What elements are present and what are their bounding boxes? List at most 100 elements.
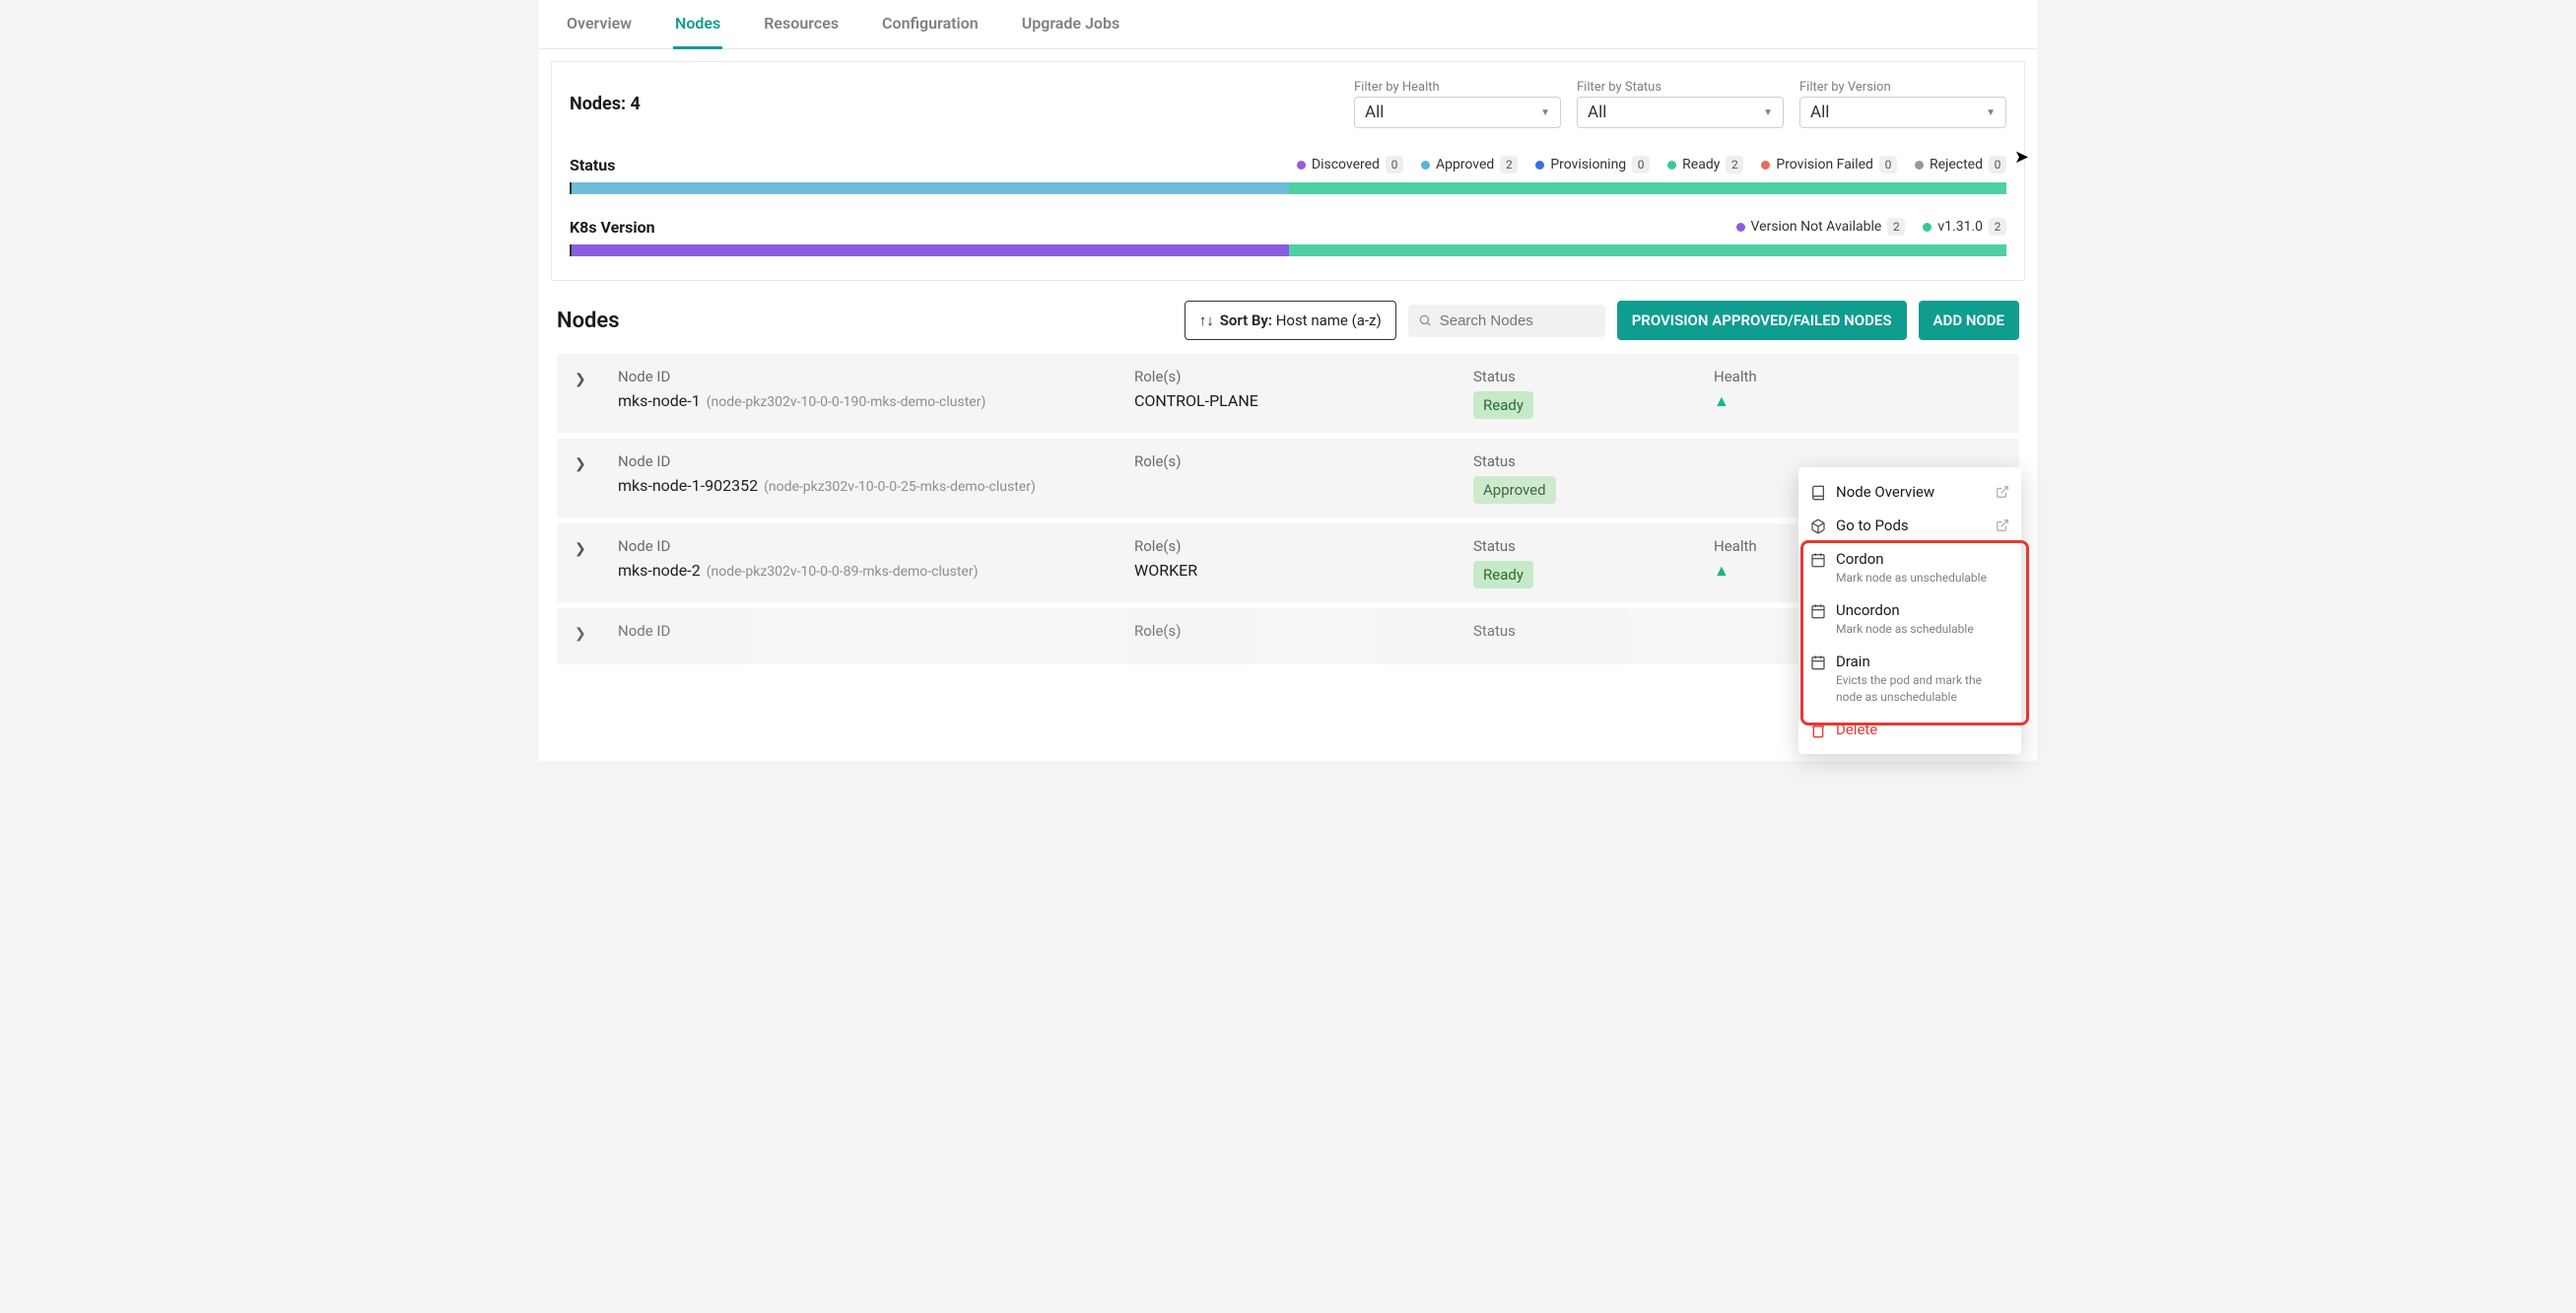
bar-segment [572, 182, 1289, 194]
dropdown-icon: ▼ [1986, 107, 1996, 118]
col-node-id-label: Node ID [618, 622, 1130, 640]
overview-icon [1810, 485, 1826, 501]
filter-status-label: Filter by Status [1577, 80, 1784, 95]
node-role: WORKER [1134, 561, 1469, 580]
status-badge: Ready [1473, 561, 1533, 588]
provision-button[interactable]: PROVISION APPROVED/FAILED NODES [1617, 301, 1907, 340]
external-link-icon [1996, 518, 2009, 532]
col-roles-label: Role(s) [1134, 537, 1469, 555]
menu-uncordon[interactable]: Uncordon Mark node as schedulable [1798, 593, 2021, 645]
menu-cordon[interactable]: Cordon Mark node as unschedulable [1798, 542, 2021, 593]
col-roles-label: Role(s) [1134, 622, 1469, 640]
legend-item: v1.31.02 [1923, 218, 2006, 236]
tab-upgrade-jobs[interactable]: Upgrade Jobs [1020, 0, 1121, 48]
sort-value: Host name (a-z) [1276, 311, 1382, 329]
legend-label: Discovered [1312, 157, 1380, 173]
menu-item-desc: Mark node as schedulable [1836, 621, 2009, 637]
filter-health-select[interactable]: All ▼ [1354, 97, 1561, 128]
legend-dot [1297, 161, 1306, 170]
menu-item-label: Drain [1836, 653, 2009, 670]
menu-item-label: Go to Pods [1836, 517, 1986, 534]
cursor-arrow-icon: ➤ [2014, 147, 2029, 168]
legend-item: Ready2 [1667, 156, 1743, 173]
page: Overview Nodes Resources Configuration U… [539, 0, 2037, 761]
col-status-label: Status [1473, 622, 1710, 640]
health-up-icon: ▲ [1714, 391, 2001, 411]
expand-toggle[interactable]: ❯ [575, 456, 614, 472]
legend-count: 0 [1386, 156, 1403, 173]
legend-count: 0 [1632, 156, 1650, 173]
status-badge: Approved [1473, 476, 1556, 504]
legend-label: Rejected [1930, 157, 1983, 173]
legend-dot [1535, 161, 1544, 170]
legend-item: Provision Failed0 [1761, 156, 1897, 173]
filter-status-value: All [1588, 103, 1606, 122]
calendar-icon [1810, 552, 1826, 568]
nodes-count-value: 4 [631, 94, 641, 114]
add-node-button[interactable]: ADD NODE [1919, 301, 2019, 340]
bar-segment [1289, 182, 2006, 194]
filter-version-value: All [1810, 103, 1829, 122]
legend-item: Discovered 0 [1297, 156, 1403, 173]
legend-dot [1421, 161, 1430, 170]
k8s-section-header: K8s Version Version Not Available2v1.31.… [570, 218, 2006, 239]
legend-label: Provision Failed [1776, 157, 1873, 173]
filter-version: Filter by Version All ▼ [1799, 80, 2006, 128]
menu-node-overview[interactable]: Node Overview [1798, 475, 2021, 509]
status-title: Status [570, 156, 615, 174]
search-input[interactable] [1440, 312, 1595, 329]
expand-toggle[interactable]: ❯ [575, 372, 614, 387]
tab-overview[interactable]: Overview [565, 0, 634, 48]
dropdown-icon: ▼ [1763, 107, 1773, 118]
menu-go-to-pods[interactable]: Go to Pods [1798, 509, 2021, 542]
menu-item-desc: Mark node as unschedulable [1836, 570, 2009, 586]
col-node-id-label: Node ID [618, 452, 1130, 470]
node-name-text: mks-node-2 [618, 561, 701, 580]
filter-health-label: Filter by Health [1354, 80, 1561, 95]
nodes-toolbar: Nodes ↑↓ Sort By: Host name (a-z) PROVIS… [539, 293, 2037, 348]
filter-status: Filter by Status All ▼ [1577, 80, 1784, 128]
legend-count: 2 [1726, 156, 1743, 173]
calendar-icon [1810, 603, 1826, 619]
tab-nodes[interactable]: Nodes [673, 0, 722, 49]
node-role: CONTROL-PLANE [1134, 391, 1469, 410]
node-name-text: mks-node-1-902352 [618, 476, 758, 495]
sort-prefix: Sort By: [1220, 311, 1272, 329]
col-status-label: Status [1473, 452, 1710, 470]
summary-panel: Nodes: 4 Filter by Health All ▼ Filter b… [551, 61, 2025, 281]
toolbar-right: ↑↓ Sort By: Host name (a-z) PROVISION AP… [1185, 301, 2019, 340]
legend-item: Provisioning 0 [1535, 156, 1650, 173]
nodes-count-label: Nodes: [570, 94, 626, 114]
menu-item-desc: Evicts the pod and mark the node as unsc… [1836, 672, 2009, 704]
filter-version-select[interactable]: All ▼ [1799, 97, 2006, 128]
search-box[interactable] [1408, 305, 1605, 337]
expand-toggle[interactable]: ❯ [575, 541, 614, 557]
calendar-icon [1810, 655, 1826, 670]
legend-label: Version Not Available [1751, 219, 1882, 235]
legend-item: Rejected 0 [1915, 156, 2006, 173]
node-name: mks-node-1(node-pkz302v-10-0-0-190-mks-d… [618, 391, 1130, 410]
menu-delete[interactable]: Delete [1798, 713, 2021, 746]
legend-count: 0 [1989, 156, 2006, 173]
expand-toggle[interactable]: ❯ [575, 626, 614, 642]
tab-resources[interactable]: Resources [762, 0, 841, 48]
node-subtext: (node-pkz302v-10-0-0-190-mks-demo-cluste… [707, 394, 986, 410]
legend-label: Provisioning [1550, 157, 1626, 173]
legend-dot [1667, 161, 1676, 170]
node-subtext: (node-pkz302v-10-0-0-25-mks-demo-cluster… [764, 479, 1036, 495]
menu-drain[interactable]: Drain Evicts the pod and mark the node a… [1798, 645, 2021, 712]
cube-icon [1810, 518, 1826, 534]
legend-count: 2 [1500, 156, 1518, 173]
legend-label: Approved [1436, 157, 1494, 173]
status-bar [570, 182, 2006, 194]
filter-health: Filter by Health All ▼ [1354, 80, 1561, 128]
status-legend: Discovered 0 Approved 2 Provisioning 0 Ready2 P… [1297, 156, 2006, 173]
nodes-heading: Nodes [557, 309, 620, 333]
k8s-bar [570, 244, 2006, 256]
tab-configuration[interactable]: Configuration [880, 0, 981, 48]
menu-item-label: Uncordon [1836, 601, 2009, 619]
legend-item: Approved 2 [1421, 156, 1518, 173]
filter-status-select[interactable]: All ▼ [1577, 97, 1784, 128]
sort-button[interactable]: ↑↓ Sort By: Host name (a-z) [1185, 301, 1396, 340]
legend-dot [1761, 161, 1770, 170]
